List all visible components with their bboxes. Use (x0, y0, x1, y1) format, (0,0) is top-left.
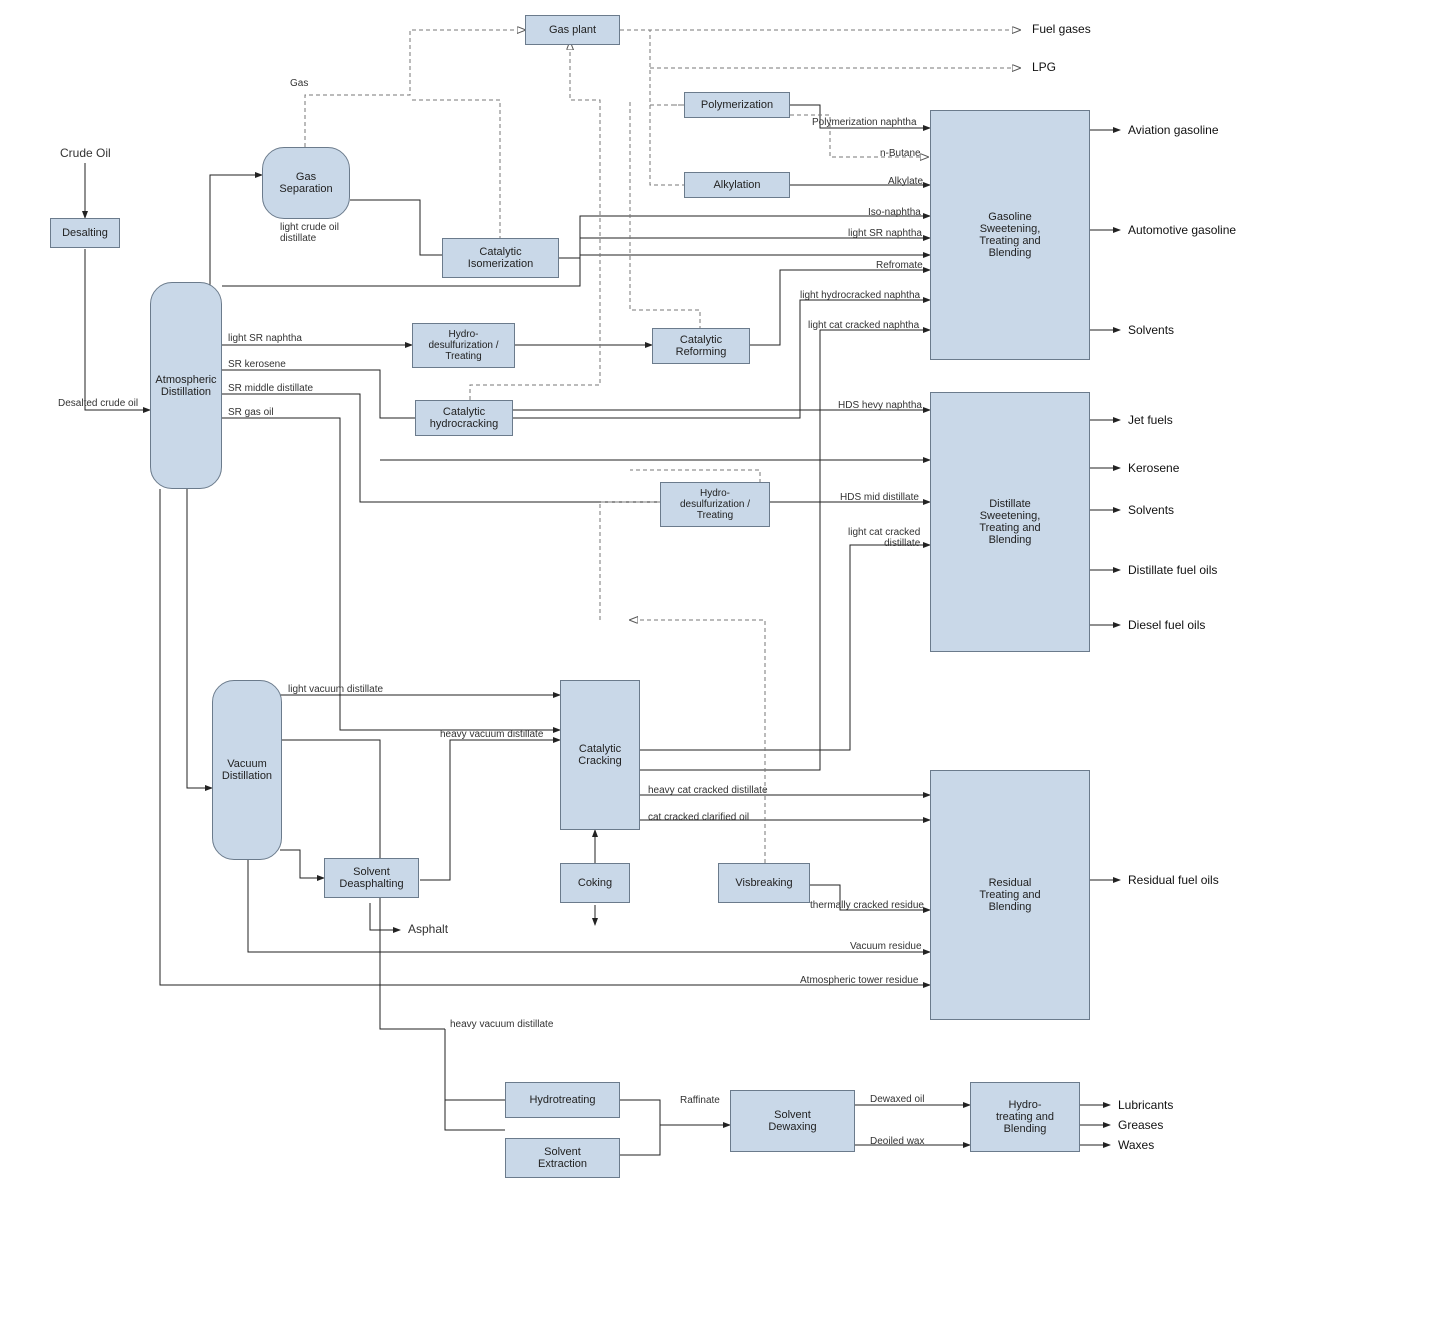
out-greases: Greases (1118, 1118, 1163, 1132)
stream-desalted: Desalted crude oil (58, 398, 138, 409)
stream-hds-hevy: HDS hevy naphtha (838, 400, 922, 411)
stream-n-butane: n-Butane (880, 148, 921, 159)
node-catalytic-reforming: Catalytic Reforming (652, 328, 750, 364)
stream-vac-res: Vacuum residue (850, 941, 922, 952)
stream-light-hc-naph: light hydrocracked naphtha (800, 290, 920, 301)
stream-gas: Gas (290, 78, 308, 89)
stream-tcr: thermally cracked residue (810, 900, 924, 911)
node-gas-plant: Gas plant (525, 15, 620, 45)
stream-hvd2: heavy vacuum distillate (450, 1019, 553, 1030)
stream-light-cc-dist: light cat cracked distillate (848, 527, 920, 549)
node-residual-blending: Residual Treating and Blending (930, 770, 1090, 1020)
stream-sr-kerosene: SR kerosene (228, 359, 286, 370)
out-auto-gas: Automotive gasoline (1128, 223, 1236, 237)
crude-oil-label: Crude Oil (60, 146, 111, 160)
stream-refromate: Refromate (876, 260, 923, 271)
out-diesel: Diesel fuel oils (1128, 618, 1205, 632)
node-hydrotreating: Hydrotreating (505, 1082, 620, 1118)
stream-dewaxed: Dewaxed oil (870, 1094, 924, 1105)
stream-light-sr-n-top: light SR naphtha (848, 228, 922, 239)
stream-iso-naphtha: Iso-naphtha (868, 207, 921, 218)
node-catalytic-isomerization: Catalytic Isomerization (442, 238, 559, 278)
node-alkylation: Alkylation (684, 172, 790, 198)
node-solvent-extraction: Solvent Extraction (505, 1138, 620, 1178)
node-catalytic-cracking: Catalytic Cracking (560, 680, 640, 830)
stream-poly-naphtha: Polymerization naphtha (812, 117, 917, 128)
stream-heavy-cc-dist: heavy cat cracked distillate (648, 785, 768, 796)
stream-lvd: light vacuum distillate (288, 684, 383, 695)
stream-sr-gasoil: SR gas oil (228, 407, 274, 418)
node-solvent-dewaxing: Solvent Dewaxing (730, 1090, 855, 1152)
diagram-canvas: Crude Oil Desalting Gas plant Gas Separa… (0, 0, 1445, 1332)
out-jet: Jet fuels (1128, 413, 1173, 427)
stream-atm-res: Atmospheric tower residue (800, 975, 918, 986)
out-lpg: LPG (1032, 60, 1056, 74)
out-kerosene: Kerosene (1128, 461, 1179, 475)
node-polymerization: Polymerization (684, 92, 790, 118)
stream-alkylate: Alkylate (888, 176, 923, 187)
stream-deoiled: Deoiled wax (870, 1136, 924, 1147)
node-hds-2: Hydro- desulfurization / Treating (660, 482, 770, 527)
stream-light-cc-naph: light cat cracked naphtha (808, 320, 919, 331)
stream-light-sr-n: light SR naphtha (228, 333, 302, 344)
node-gas-separation: Gas Separation (262, 147, 350, 219)
out-lubricants: Lubricants (1118, 1098, 1173, 1112)
out-waxes: Waxes (1118, 1138, 1154, 1152)
node-desalting: Desalting (50, 218, 120, 248)
stream-raffinate: Raffinate (680, 1095, 720, 1106)
node-distillate-blending: Distillate Sweetening, Treating and Blen… (930, 392, 1090, 652)
stream-sr-mid: SR middle distillate (228, 383, 313, 394)
stream-asphalt: Asphalt (408, 922, 448, 936)
out-residual-fuel: Residual fuel oils (1128, 873, 1219, 887)
out-aviation-gas: Aviation gasoline (1128, 123, 1219, 137)
node-coking: Coking (560, 863, 630, 903)
node-vacuum-distillation: Vacuum Distillation (212, 680, 282, 860)
node-solvent-deasphalting: Solvent Deasphalting (324, 858, 419, 898)
node-hydro-treating-blending: Hydro- treating and Blending (970, 1082, 1080, 1152)
out-solvents-1: Solvents (1128, 323, 1174, 337)
out-distillate-fuel: Distillate fuel oils (1128, 563, 1217, 577)
connector-layer (0, 0, 1445, 1332)
out-solvents-2: Solvents (1128, 503, 1174, 517)
node-visbreaking: Visbreaking (718, 863, 810, 903)
node-hds-1: Hydro- desulfurization / Treating (412, 323, 515, 368)
stream-lcod: light crude oil distillate (280, 222, 339, 244)
stream-hvd: heavy vacuum distillate (440, 729, 543, 740)
node-atmospheric-distillation: Atmospheric Distillation (150, 282, 222, 489)
node-gasoline-blending: Gasoline Sweetening, Treating and Blendi… (930, 110, 1090, 360)
out-fuel-gases: Fuel gases (1032, 22, 1091, 36)
stream-hds-mid: HDS mid distillate (840, 492, 919, 503)
stream-cc-clarified: cat cracked clarified oil (648, 812, 749, 823)
node-catalytic-hydrocracking: Catalytic hydrocracking (415, 400, 513, 436)
